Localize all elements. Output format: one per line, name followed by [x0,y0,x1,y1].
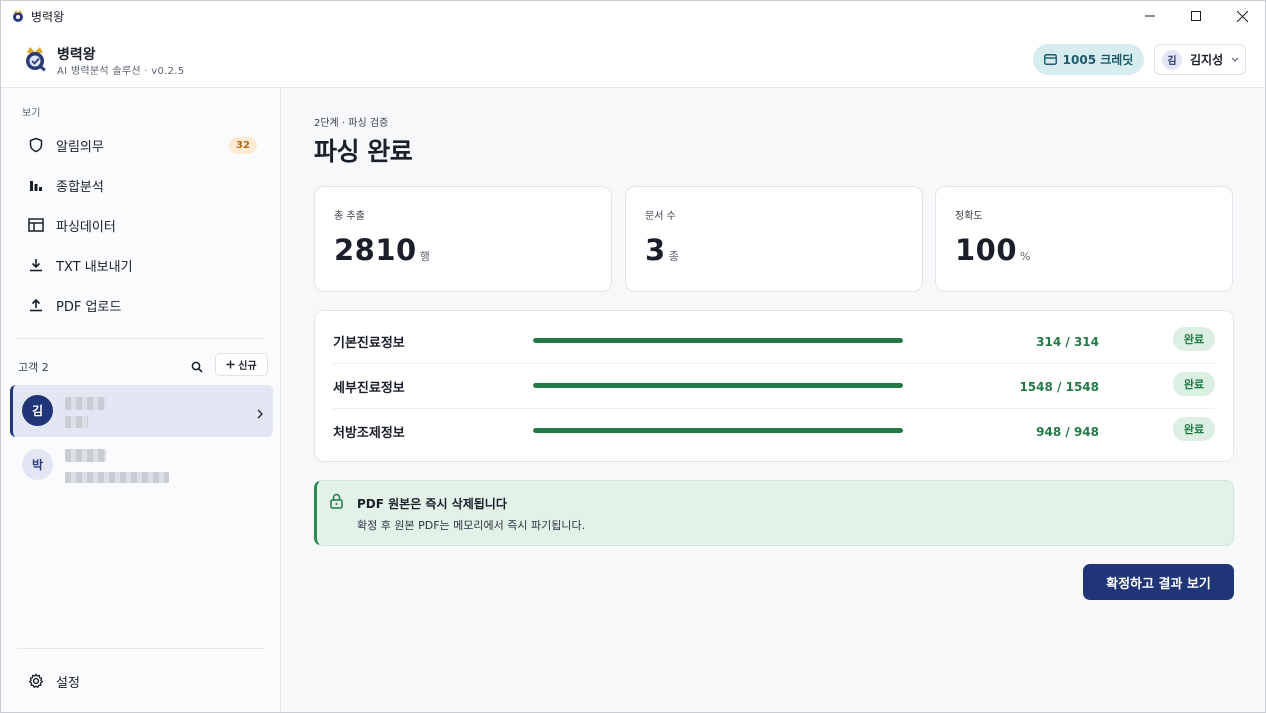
customer-search-icon[interactable] [191,358,203,377]
app-logo-icon [11,9,25,23]
user-avatar: 김 [1162,49,1182,70]
step-label: 2단계 · 파싱 검증 [314,118,389,129]
sidebar-item-alerts[interactable]: 알림의무 32 [17,129,265,161]
app-header: 병력왕 AI 병력분석 솔루션 · v0.2.5 1005 크레딧 김 김지성 [1,31,1265,88]
progress-row: 기본진료정보 314 / 314 완료 [333,319,1215,364]
progress-bar-fill [533,428,903,433]
progress-row-name: 처방조제정보 [333,426,405,441]
progress-bar-fill [533,383,903,388]
stat-value: 100% [955,233,1031,267]
progress-row-count: 1548 / 1548 [1019,380,1099,394]
customer-list-item[interactable]: 박 [10,439,273,491]
title-bar: 병력왕 [1,1,1265,31]
sidebar-item-txt-export[interactable]: TXT 내보내기 [17,249,265,281]
sidebar-item-label: 알림의무 [56,139,104,155]
sidebar-item-label: TXT 내보내기 [56,259,133,275]
stat-label: 총 추출 [334,211,365,222]
brand-name: 병력왕 [57,47,96,63]
settings-label: 설정 [56,675,80,691]
lock-icon [330,493,343,513]
progress-bar-fill [533,338,903,343]
parsing-progress-card: 기본진료정보 314 / 314 완료 세부진료정보 1548 / 1548 완… [314,310,1234,462]
sidebar-item-analysis[interactable]: 종합분석 [17,169,265,201]
upload-icon [26,295,46,315]
credit-card-icon [1043,54,1057,65]
redacted-customer-detail [65,416,88,428]
sidebar-divider [17,648,265,649]
credit-balance-button[interactable]: 1005 크레딧 [1033,44,1144,75]
deletion-notice: PDF 원본은 즉시 삭제됩니다 확정 후 원본 PDF는 메모리에서 즉시 파… [314,480,1234,546]
stat-unit: 행 [419,250,430,263]
progress-row-name: 세부진료정보 [333,381,405,396]
stat-card-accuracy: 정확도 100% [935,186,1233,292]
sidebar-divider [17,338,265,339]
stat-unit: 종 [668,250,679,263]
user-menu-button[interactable]: 김 김지성 [1154,44,1246,75]
new-customer-button[interactable]: 신규 [215,353,268,376]
stat-unit: % [1020,250,1031,263]
table-icon [26,215,46,235]
user-name: 김지성 [1190,53,1224,67]
progress-row-count: 314 / 314 [1036,335,1099,349]
credit-balance-label: 1005 크레딧 [1062,53,1134,67]
customer-avatar: 김 [22,395,53,426]
confirm-and-view-results-button[interactable]: 확정하고 결과 보기 [1083,564,1234,600]
maximize-button[interactable] [1173,1,1219,31]
sidebar-item-pdf-upload[interactable]: PDF 업로드 [17,289,265,321]
main-content: 2단계 · 파싱 검증 파싱 완료 총 추출 2810 행 문서 수 3종 정확도… [282,88,1265,712]
chevron-right-icon [257,404,263,423]
chevron-down-icon [1231,57,1239,62]
progress-row: 세부진료정보 1548 / 1548 완료 [333,364,1215,409]
stat-card-total-extracted: 총 추출 2810 행 [314,186,612,292]
sidebar-item-settings[interactable]: 설정 [17,666,80,696]
stat-value: 2810 행 [334,233,430,267]
plus-icon [226,360,235,369]
progress-row-name: 기본진료정보 [333,336,405,351]
sidebar-item-label: 파싱데이터 [56,219,116,235]
progress-row: 처방조제정보 948 / 948 완료 [333,409,1215,454]
progress-bar [533,383,903,388]
app-window: 병력왕 병력왕 AI 병력분석 솔루션 · v0.2.5 1005 크레딧 김 … [0,0,1266,713]
brand-logo-icon [22,45,48,73]
sidebar-item-label: 종합분석 [56,179,104,195]
progress-bar [533,338,903,343]
alert-count-badge: 32 [229,137,257,154]
maximize-icon [1191,11,1201,21]
window-title: 병력왕 [31,9,65,24]
customer-list-item[interactable]: 김 [10,385,273,437]
status-badge: 완료 [1173,417,1215,441]
notice-text: 확정 후 원본 PDF는 메모리에서 즉시 파기됩니다. [357,519,586,532]
customer-count-label: 고객 2 [18,361,49,374]
bar-chart-icon [26,175,46,195]
customer-avatar: 박 [22,449,53,480]
stat-label: 정확도 [955,211,983,222]
page-title: 파싱 완료 [314,137,413,166]
minimize-button[interactable] [1127,1,1173,31]
stat-card-document-count: 문서 수 3종 [625,186,923,292]
progress-row-count: 948 / 948 [1036,425,1099,439]
progress-bar [533,428,903,433]
brand-subtitle: AI 병력분석 솔루션 · v0.2.5 [57,66,185,77]
redacted-customer-name [65,397,106,410]
sidebar-item-label: PDF 업로드 [56,299,122,315]
sidebar: 보기 알림의무 32 종합분석 파싱데이터 TXT 내보내기 PDF 업로드 고… [1,88,281,712]
close-icon [1236,10,1248,22]
new-customer-label: 신규 [238,361,257,372]
download-icon [26,255,46,275]
notice-title: PDF 원본은 즉시 삭제됩니다 [357,497,507,511]
gear-icon [26,671,46,691]
redacted-customer-detail [65,472,169,483]
redacted-customer-name [65,449,106,462]
shield-icon [26,135,46,155]
stat-value: 3종 [645,233,679,267]
sidebar-item-parsed-data[interactable]: 파싱데이터 [17,209,265,241]
minimize-icon [1145,15,1155,17]
sidebar-section-label: 보기 [22,108,41,119]
status-badge: 완료 [1173,327,1215,351]
status-badge: 완료 [1173,372,1215,396]
close-button[interactable] [1219,1,1265,31]
stat-label: 문서 수 [645,211,676,222]
